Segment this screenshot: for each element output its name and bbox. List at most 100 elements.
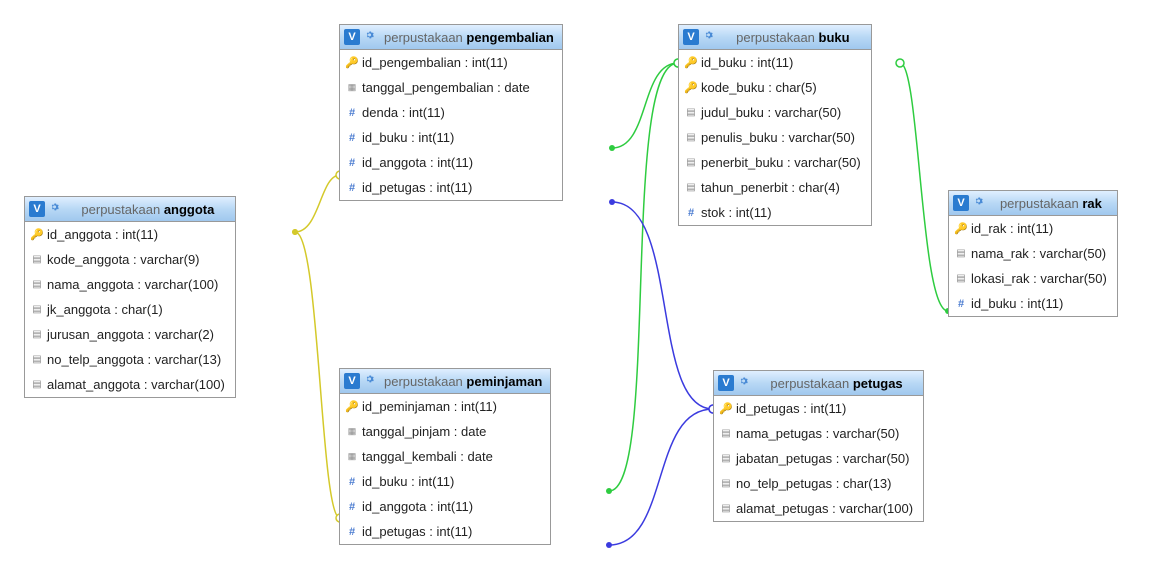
field-row[interactable]: ▤nama_rak : varchar(50): [949, 241, 1117, 266]
table-anggota[interactable]: Vperpustakaan anggota🔑id_anggota : int(1…: [24, 196, 236, 398]
field-text: nama_rak : varchar(50): [971, 246, 1106, 261]
text-icon: ▤: [31, 329, 43, 340]
gear-icon[interactable]: [364, 373, 380, 389]
field-text: lokasi_rak : varchar(50): [971, 271, 1107, 286]
field-row[interactable]: ▤ kode_anggota : varchar(9): [25, 247, 235, 272]
table-title: perpustakaan pengembalian: [384, 30, 554, 45]
field-text: alamat_petugas : varchar(100): [736, 501, 913, 516]
field-text: nama_petugas : varchar(50): [736, 426, 899, 441]
date-icon: ▦: [346, 451, 358, 462]
field-row[interactable]: ▤ jabatan_petugas : varchar(50): [714, 446, 923, 471]
field-row[interactable]: ▦tanggal_pinjam : date: [340, 419, 550, 444]
field-row[interactable]: ▦tanggal_kembali : date: [340, 444, 550, 469]
field-row[interactable]: ▦tanggal_pengembalian : date: [340, 75, 562, 100]
date-icon: ▦: [346, 426, 358, 437]
table-title: perpustakaan petugas: [758, 376, 915, 391]
collapse-icon[interactable]: V: [683, 29, 699, 45]
field-row[interactable]: ▤ nama_petugas : varchar(50): [714, 421, 923, 446]
table-header[interactable]: Vperpustakaan rak: [949, 191, 1117, 216]
field-text: id_pengembalian : int(11): [362, 55, 508, 70]
field-row[interactable]: 🔑id_petugas : int(11): [714, 396, 923, 421]
text-icon: ▤: [31, 379, 43, 390]
field-row[interactable]: # id_petugas : int(11): [340, 175, 562, 200]
field-text: id_anggota : int(11): [362, 499, 473, 514]
field-text: id_petugas : int(11): [362, 180, 472, 195]
key-icon: 🔑: [346, 56, 358, 69]
gear-icon[interactable]: [738, 375, 754, 391]
field-row[interactable]: #stok : int(11): [679, 200, 871, 225]
gear-icon[interactable]: [973, 195, 989, 211]
collapse-icon[interactable]: V: [344, 373, 360, 389]
table-body: 🔑id_peminjaman : int(11)▦tanggal_pinjam …: [340, 394, 550, 544]
field-row[interactable]: #id_buku : int(11): [340, 125, 562, 150]
field-text: id_buku : int(11): [362, 474, 454, 489]
field-row[interactable]: ▤ penulis_buku : varchar(50): [679, 125, 871, 150]
field-row[interactable]: ▤ alamat_petugas : varchar(100): [714, 496, 923, 521]
table-header[interactable]: Vperpustakaan petugas: [714, 371, 923, 396]
field-row[interactable]: #id_petugas : int(11): [340, 519, 550, 544]
table-header[interactable]: Vperpustakaan anggota: [25, 197, 235, 222]
field-text: stok : int(11): [701, 205, 772, 220]
key-icon: 🔑: [685, 81, 697, 94]
field-row[interactable]: 🔑 id_pengembalian : int(11): [340, 50, 562, 75]
table-header[interactable]: Vperpustakaan peminjaman: [340, 369, 550, 394]
field-row[interactable]: 🔑id_peminjaman : int(11): [340, 394, 550, 419]
table-header[interactable]: Vperpustakaan buku: [679, 25, 871, 50]
field-text: id_rak : int(11): [971, 221, 1053, 236]
text-icon: ▤: [31, 304, 43, 315]
field-text: id_anggota : int(11): [47, 227, 158, 242]
gear-icon[interactable]: [364, 29, 380, 45]
field-row[interactable]: ▤tahun_penerbit : char(4): [679, 175, 871, 200]
field-row[interactable]: #denda : int(11): [340, 100, 562, 125]
field-row[interactable]: ▤penerbit_buku : varchar(50): [679, 150, 871, 175]
field-row[interactable]: 🔑 kode_buku : char(5): [679, 75, 871, 100]
table-body: 🔑id_anggota : int(11) ▤ kode_anggota : var…: [25, 222, 235, 397]
table-title: perpustakaan buku: [723, 30, 863, 45]
text-icon: ▤: [31, 254, 43, 265]
collapse-icon[interactable]: V: [953, 195, 969, 211]
field-row[interactable]: ▤alamat_anggota : varchar(100): [25, 372, 235, 397]
collapse-icon[interactable]: V: [344, 29, 360, 45]
table-buku[interactable]: Vperpustakaan buku🔑id_buku : int(11)🔑kod…: [678, 24, 872, 226]
text-icon: ▤: [685, 132, 697, 143]
gear-icon[interactable]: [703, 29, 719, 45]
field-row[interactable]: ▤judul_buku : varchar(50): [679, 100, 871, 125]
field-row[interactable]: ▤no_telp_petugas : char(13): [714, 471, 923, 496]
hash-icon: #: [346, 107, 358, 119]
field-row[interactable]: #id_anggota : int(11): [340, 150, 562, 175]
field-row[interactable]: 🔑id_anggota : int(11): [25, 222, 235, 247]
field-text: jabatan_petugas : varchar(50): [736, 451, 909, 466]
text-icon: ▤: [685, 182, 697, 193]
hash-icon: #: [346, 182, 358, 194]
table-pengembalian[interactable]: Vperpustakaan pengembalian 🔑 id_pengembali…: [339, 24, 563, 201]
text-icon: ▤: [720, 503, 732, 514]
field-text: kode_buku : char(5): [701, 80, 817, 95]
field-row[interactable]: ▤no_telp_anggota : varchar(13): [25, 347, 235, 372]
field-text: no_telp_anggota : varchar(13): [47, 352, 221, 367]
field-row[interactable]: ▤ jk_anggota : char(1): [25, 297, 235, 322]
field-row[interactable]: ▤nama_anggota : varchar(100): [25, 272, 235, 297]
collapse-icon[interactable]: V: [29, 201, 45, 217]
table-rak[interactable]: Vperpustakaan rak🔑id_rak : int(11)▤nama_…: [948, 190, 1118, 317]
field-row[interactable]: 🔑id_rak : int(11): [949, 216, 1117, 241]
table-header[interactable]: Vperpustakaan pengembalian: [340, 25, 562, 50]
field-text: jk_anggota : char(1): [47, 302, 163, 317]
field-row[interactable]: ▤lokasi_rak : varchar(50): [949, 266, 1117, 291]
field-row[interactable]: #id_anggota : int(11): [340, 494, 550, 519]
field-row[interactable]: #id_buku : int(11): [949, 291, 1117, 316]
text-icon: ▤: [685, 157, 697, 168]
date-icon: ▦: [346, 82, 358, 93]
field-row[interactable]: 🔑id_buku : int(11): [679, 50, 871, 75]
field-text: id_buku : int(11): [971, 296, 1063, 311]
text-icon: ▤: [720, 453, 732, 464]
field-row[interactable]: ▤jurusan_anggota : varchar(2): [25, 322, 235, 347]
field-text: penulis_buku : varchar(50): [701, 130, 855, 145]
table-petugas[interactable]: Vperpustakaan petugas🔑id_petugas : int(1…: [713, 370, 924, 522]
field-text: id_buku : int(11): [701, 55, 793, 70]
field-text: kode_anggota : varchar(9): [47, 252, 200, 267]
collapse-icon[interactable]: V: [718, 375, 734, 391]
field-row[interactable]: #id_buku : int(11): [340, 469, 550, 494]
table-peminjaman[interactable]: Vperpustakaan peminjaman🔑id_peminjaman :…: [339, 368, 551, 545]
text-icon: ▤: [720, 428, 732, 439]
gear-icon[interactable]: [49, 201, 65, 217]
